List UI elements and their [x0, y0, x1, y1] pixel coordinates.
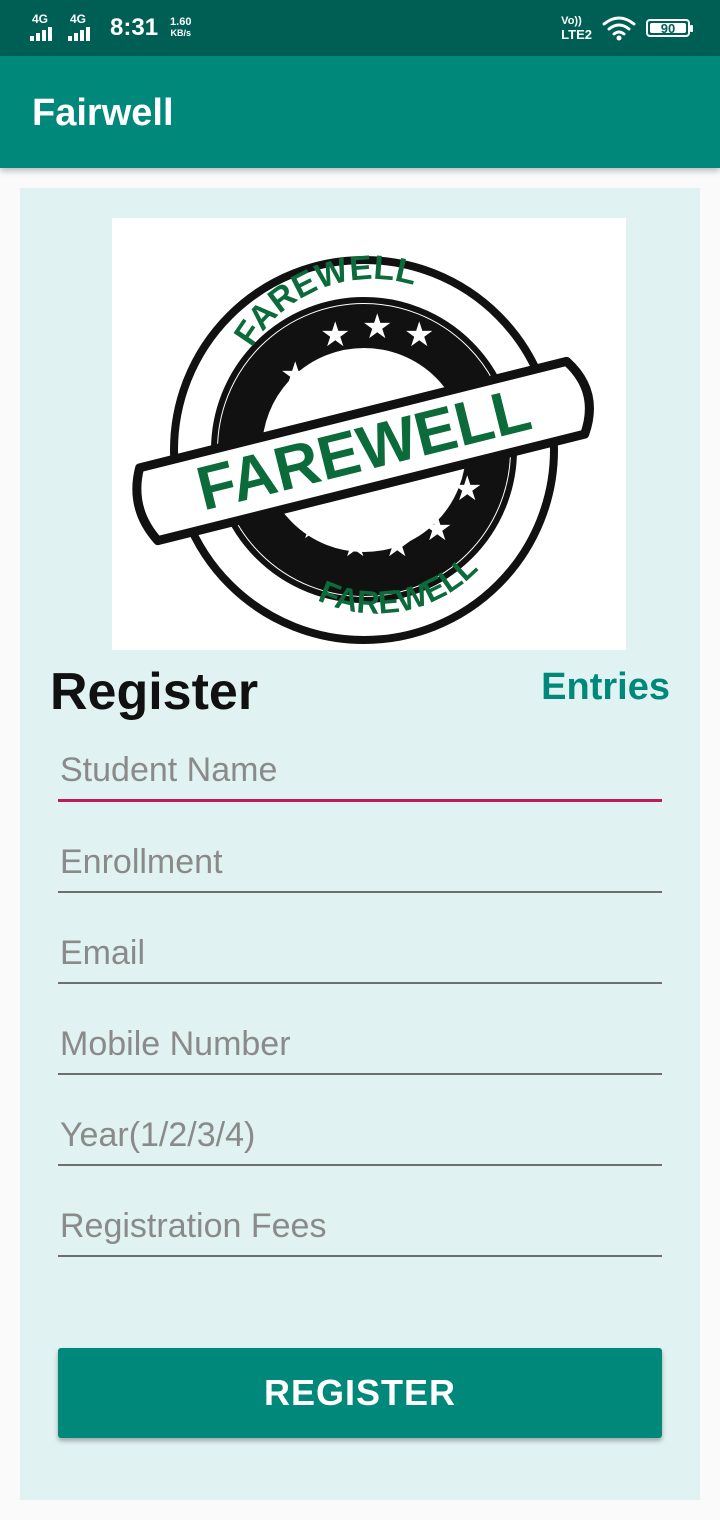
register-heading: Register: [50, 663, 259, 721]
status-right: Vo)) LTE2 90: [561, 10, 693, 46]
wifi-icon: [602, 16, 636, 41]
svg-text:★: ★: [340, 525, 370, 565]
lte-label: LTE2: [561, 27, 592, 42]
svg-text:★: ★: [298, 507, 328, 547]
svg-text:★: ★: [452, 469, 482, 509]
volte-label: Vo)): [561, 15, 582, 27]
app-title: Fairwell: [32, 92, 174, 134]
status-bar: 4G 4G 8:31 1.60 KB/s Vo)) LTE2 90: [0, 0, 720, 56]
network-type-label-2: 4G: [70, 12, 87, 26]
battery-icon: 90: [646, 19, 693, 37]
network-speed-unit: KB/s: [170, 28, 192, 38]
network-speed-value: 1.60: [170, 16, 192, 28]
farewell-stamp-graphic: ★ ★ ★ ★ ★ ★ ★ ★ ★ FAREWELL FAREWELL FARE…: [132, 249, 594, 644]
svg-text:★: ★: [404, 315, 434, 355]
clock: 8:31: [110, 14, 159, 41]
app-bar: Fairwell: [0, 56, 720, 168]
entries-link[interactable]: Entries: [541, 666, 670, 709]
network-speed: 1.60 KB/s: [170, 17, 191, 39]
registration-card: ★ ★ ★ ★ ★ ★ ★ ★ ★ FAREWELL FAREWELL FARE…: [20, 188, 700, 1500]
student-name-input[interactable]: [58, 742, 662, 802]
battery-level: 90: [660, 20, 676, 36]
register-button[interactable]: REGISTER: [58, 1348, 662, 1438]
network-type-label: 4G: [32, 12, 49, 26]
signal-strength-icon-2: 4G: [68, 13, 98, 43]
farewell-logo-image: ★ ★ ★ ★ ★ ★ ★ ★ ★ FAREWELL FAREWELL FARE…: [112, 218, 626, 650]
svg-text:★: ★: [422, 509, 452, 549]
svg-text:★: ★: [280, 355, 310, 395]
svg-text:★: ★: [320, 315, 350, 355]
mobile-number-input[interactable]: [58, 1015, 662, 1075]
volte-indicator: Vo)) LTE2: [561, 14, 592, 42]
svg-text:★: ★: [382, 525, 412, 565]
svg-text:★: ★: [362, 307, 392, 347]
registration-fees-input[interactable]: [58, 1197, 662, 1257]
status-left: 4G 4G 8:31 1.60 KB/s: [30, 10, 191, 46]
email-input[interactable]: [58, 924, 662, 984]
enrollment-input[interactable]: [58, 833, 662, 893]
year-input[interactable]: [58, 1106, 662, 1166]
signal-strength-icon: 4G: [30, 13, 60, 43]
